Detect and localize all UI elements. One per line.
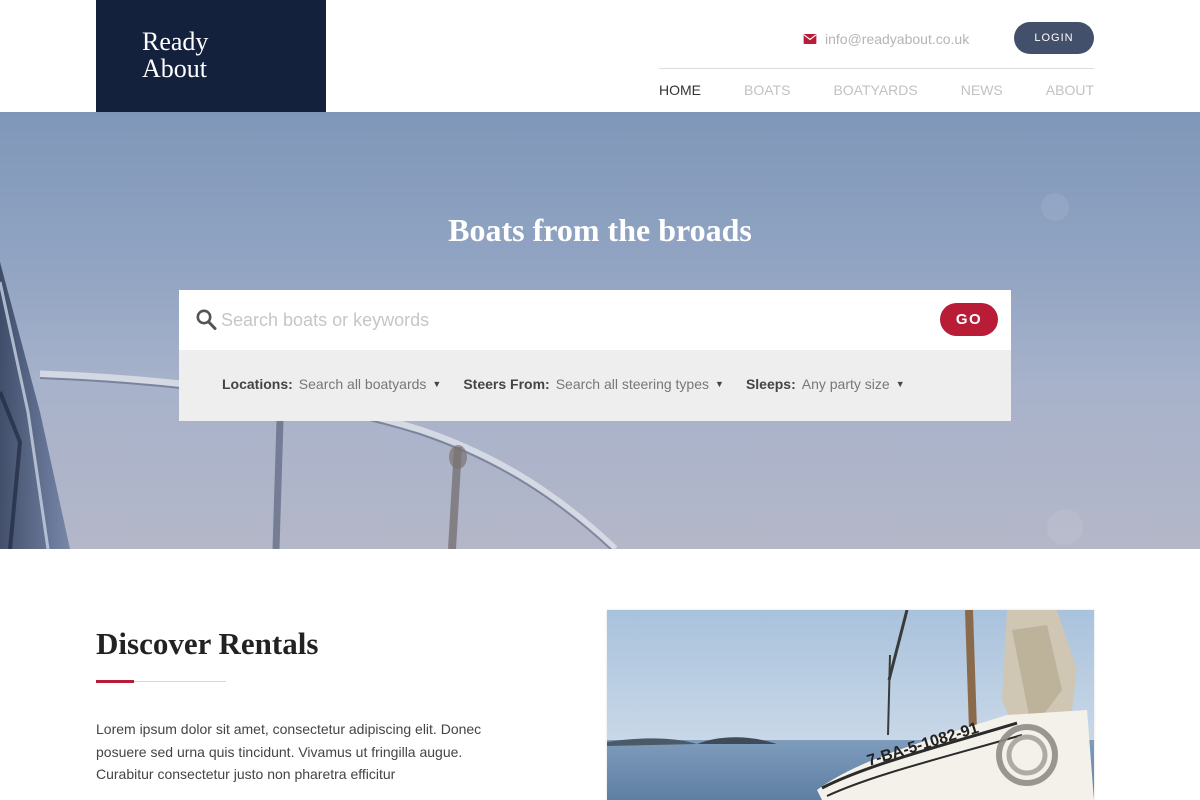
hero-section: Boats from the broads GO Locations: Sear… [0,112,1200,549]
main-nav: HOME BOATS BOATYARDS NEWS ABOUT [659,82,1094,98]
boat-photo-illustration: 7-BA-5-1082-91 [607,610,1094,800]
logo-line-1: Ready [142,27,209,56]
filter-locations[interactable]: Locations: Search all boatyards ▼ [222,376,441,392]
login-button[interactable]: LOGIN [1014,22,1094,54]
search-filters: Locations: Search all boatyards ▼ Steers… [222,376,905,392]
boat-photo: 7-BA-5-1082-91 [607,610,1094,800]
contact-email[interactable]: info@readyabout.co.uk [803,29,969,49]
logo-line-2: About [142,54,207,83]
search-icon [196,309,217,330]
nav-item-about[interactable]: ABOUT [1046,82,1094,98]
caret-down-icon: ▼ [715,379,724,389]
filter-label: Sleeps: [745,376,796,392]
filter-label: Steers From: [463,376,550,392]
filter-value: Search all boatyards [298,376,427,392]
section-title: Discover Rentals [96,626,319,661]
filter-label: Locations: [222,376,293,392]
filter-value: Search all steering types [555,376,710,392]
search-panel: GO Locations: Search all boatyards ▼ Ste… [179,290,1011,421]
caret-down-icon: ▼ [432,379,442,389]
search-bar: GO [179,290,1011,350]
filter-value: Any party size [801,376,890,392]
hero-title: Boats from the broads [448,212,752,248]
title-divider-accent [96,680,134,683]
filter-steers-from[interactable]: Steers From: Search all steering types ▼ [463,376,724,392]
go-button[interactable]: GO [940,303,998,336]
nav-item-news[interactable]: NEWS [961,82,1003,98]
caret-down-icon: ▼ [895,379,905,389]
filter-sleeps[interactable]: Sleeps: Any party size ▼ [746,376,905,392]
nav-item-home[interactable]: HOME [659,82,701,98]
nav-item-boatyards[interactable]: BOATYARDS [833,82,917,98]
nav-divider [659,68,1094,69]
nav-item-boats[interactable]: BOATS [744,82,790,98]
envelope-icon [803,34,817,44]
email-link[interactable]: info@readyabout.co.uk [825,31,969,47]
search-input[interactable] [221,305,921,335]
section-body-text: Lorem ipsum dolor sit amet, consectetur … [96,721,482,782]
site-logo[interactable]: Ready About [96,0,326,112]
